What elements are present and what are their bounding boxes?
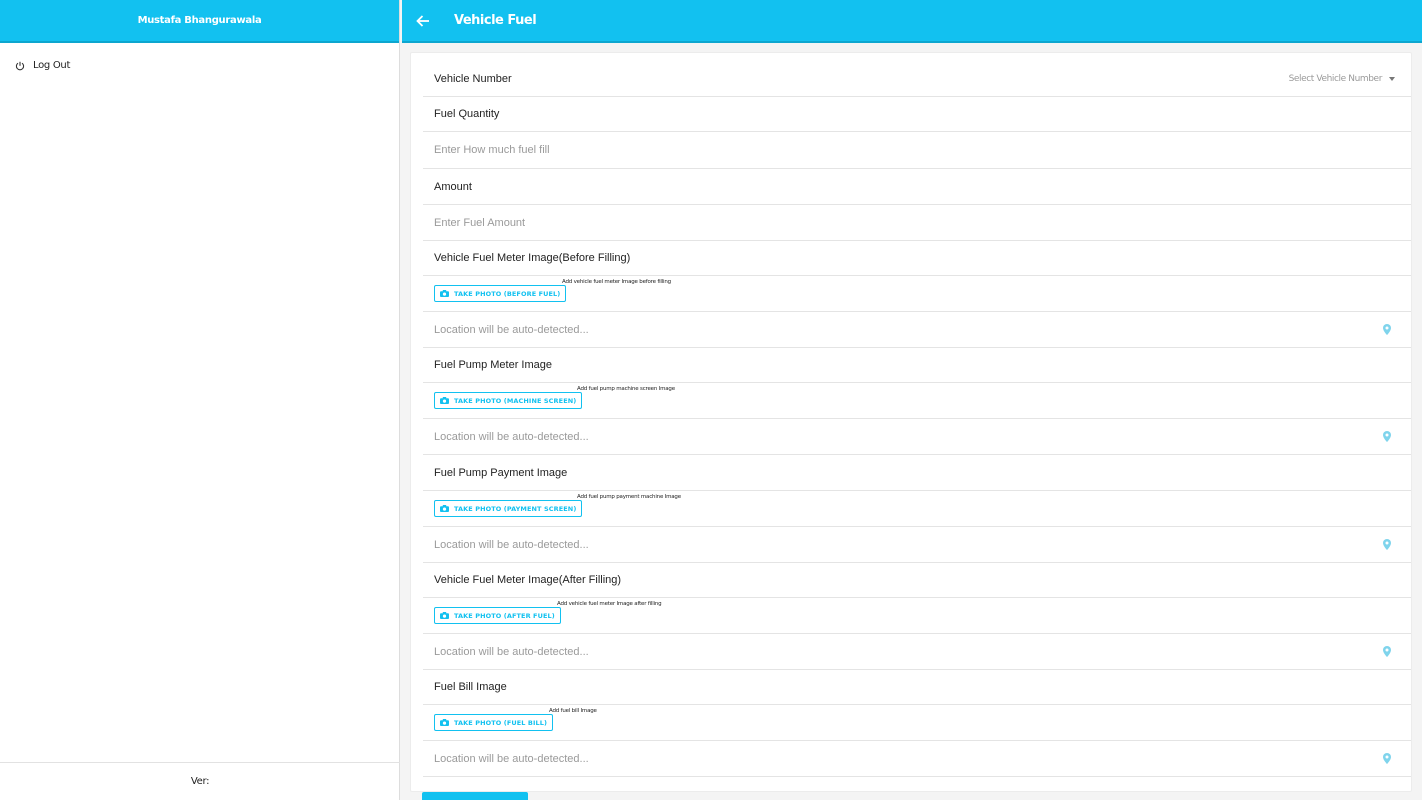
take-photo-fuel-bill-button[interactable]: TAKE PHOTO (FUEL BILL) [434, 714, 554, 731]
fuel-quantity-placeholder: Enter How much fuel fill [434, 144, 550, 156]
map-pin-icon [1383, 753, 1391, 764]
amount-input[interactable]: Enter Fuel Amount [423, 205, 1411, 241]
camera-icon [440, 719, 449, 726]
section-label: Vehicle Fuel Meter Image(Before Filling) [434, 252, 631, 264]
amount-label-row: Amount [423, 169, 1411, 205]
section-label: Fuel Pump Payment Image [434, 466, 568, 479]
vehicle-number-select[interactable]: Select Vehicle Number [1289, 61, 1395, 96]
after-fuel-location-field[interactable]: Location will be auto-detected... [423, 634, 1411, 670]
map-pin-icon [1383, 539, 1391, 550]
camera-icon [440, 397, 449, 404]
before-fuel-photo-row: TAKE PHOTO (BEFORE FUEL) Add vehicle fue… [423, 276, 1411, 312]
photo-hint: Add fuel pump machine screen Image [577, 386, 675, 392]
before-fuel-location-field[interactable]: Location will be auto-detected... [423, 312, 1411, 348]
section-label: Fuel Bill Image [434, 681, 507, 693]
fuel-quantity-input[interactable]: Enter How much fuel fill [423, 132, 1411, 169]
photo-hint: Add fuel pump payment machine Image [577, 494, 681, 500]
vehicle-number-label: Vehicle Number [434, 72, 512, 85]
fuel-bill-photo-row: TAKE PHOTO (FUEL BILL) Add fuel bill Ima… [423, 705, 1411, 741]
take-photo-label: TAKE PHOTO (MACHINE SCREEN) [454, 396, 577, 405]
take-photo-payment-screen-button[interactable]: TAKE PHOTO (PAYMENT SCREEN) [434, 500, 583, 517]
page-title: Vehicle Fuel [454, 13, 537, 28]
main-header: Vehicle Fuel [402, 0, 1422, 43]
logout-label: Log Out [33, 60, 71, 71]
map-pin-icon [1383, 324, 1391, 335]
pump-meter-photo-row: TAKE PHOTO (MACHINE SCREEN) Add fuel pum… [423, 383, 1411, 419]
take-photo-machine-screen-button[interactable]: TAKE PHOTO (MACHINE SCREEN) [434, 392, 583, 409]
power-icon [15, 61, 25, 70]
submit-button[interactable] [422, 792, 528, 800]
sidebar: Mustafa Bhangurawala Log Out Ver: [0, 0, 400, 800]
camera-icon [440, 290, 449, 297]
camera-icon [440, 612, 449, 619]
location-placeholder: Location will be auto-detected... [434, 323, 589, 336]
after-fuel-label-row: Vehicle Fuel Meter Image(After Filling) [423, 563, 1411, 598]
vehicle-number-select-value: Select Vehicle Number [1288, 73, 1383, 84]
location-placeholder: Location will be auto-detected... [434, 645, 589, 658]
map-pin-icon [1383, 431, 1391, 442]
before-fuel-label-row: Vehicle Fuel Meter Image(Before Filling) [423, 241, 1411, 276]
section-label: Vehicle Fuel Meter Image(After Filling) [434, 574, 622, 586]
fuel-quantity-label-row: Fuel Quantity [423, 97, 1411, 132]
fuel-bill-label-row: Fuel Bill Image [423, 670, 1411, 705]
after-fuel-photo-row: TAKE PHOTO (AFTER FUEL) Add vehicle fuel… [423, 598, 1411, 634]
version-label: Ver: [190, 776, 210, 787]
user-name: Mustafa Bhangurawala [137, 15, 262, 26]
vehicle-number-row: Vehicle Number Select Vehicle Number [423, 61, 1411, 97]
arrow-left-icon[interactable] [416, 14, 430, 28]
take-photo-before-fuel-button[interactable]: TAKE PHOTO (BEFORE FUEL) [434, 285, 567, 302]
take-photo-after-fuel-button[interactable]: TAKE PHOTO (AFTER FUEL) [434, 607, 561, 624]
amount-placeholder: Enter Fuel Amount [434, 216, 526, 229]
take-photo-label: TAKE PHOTO (BEFORE FUEL) [454, 289, 561, 298]
pump-meter-label-row: Fuel Pump Meter Image [423, 348, 1411, 383]
sidebar-footer: Ver: [0, 762, 400, 800]
fuel-quantity-label: Fuel Quantity [434, 108, 500, 120]
photo-hint: Add vehicle fuel meter Image after filli… [557, 601, 662, 607]
logout-button[interactable]: Log Out [15, 60, 70, 71]
location-placeholder: Location will be auto-detected... [434, 430, 589, 443]
pump-payment-photo-row: TAKE PHOTO (PAYMENT SCREEN) Add fuel pum… [423, 491, 1411, 527]
vehicle-fuel-form: Vehicle Number Select Vehicle Number Fue… [410, 52, 1412, 792]
amount-label: Amount [434, 180, 472, 193]
fuel-bill-location-field[interactable]: Location will be auto-detected... [423, 741, 1411, 777]
camera-icon [440, 505, 449, 512]
photo-hint: Add vehicle fuel meter Image before fill… [562, 279, 671, 285]
map-pin-icon [1383, 646, 1391, 657]
take-photo-label: TAKE PHOTO (PAYMENT SCREEN) [454, 504, 577, 513]
sidebar-header: Mustafa Bhangurawala [0, 0, 399, 43]
photo-hint: Add fuel bill Image [549, 708, 597, 714]
location-placeholder: Location will be auto-detected... [434, 752, 589, 765]
section-label: Fuel Pump Meter Image [434, 359, 552, 371]
location-placeholder: Location will be auto-detected... [434, 538, 589, 551]
pump-meter-location-field[interactable]: Location will be auto-detected... [423, 419, 1411, 455]
chevron-down-icon [1389, 76, 1395, 81]
pump-payment-label-row: Fuel Pump Payment Image [423, 455, 1411, 491]
main-panel: Vehicle Fuel Vehicle Number Select Vehic… [402, 0, 1422, 800]
take-photo-label: TAKE PHOTO (AFTER FUEL) [454, 611, 555, 620]
take-photo-label: TAKE PHOTO (FUEL BILL) [454, 718, 548, 727]
pump-payment-location-field[interactable]: Location will be auto-detected... [423, 527, 1411, 563]
